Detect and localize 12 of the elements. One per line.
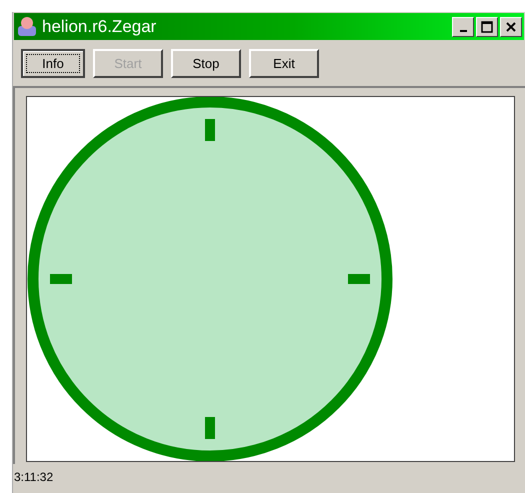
close-icon	[505, 20, 517, 32]
app-icon	[16, 16, 38, 38]
maximize-icon	[481, 20, 493, 32]
toolbar-button[interactable]: Exit	[249, 49, 319, 78]
window-title: helion.r6.Zegar	[42, 16, 158, 36]
minimize-icon	[460, 30, 466, 32]
close-button[interactable]	[500, 16, 522, 36]
toolbar-button[interactable]: Stop	[171, 49, 241, 78]
minimize-button[interactable]	[452, 16, 474, 36]
toolbar-button[interactable]: Info	[21, 49, 85, 78]
maximize-button[interactable]	[476, 16, 498, 36]
status-time: 3:11:32	[14, 470, 54, 484]
